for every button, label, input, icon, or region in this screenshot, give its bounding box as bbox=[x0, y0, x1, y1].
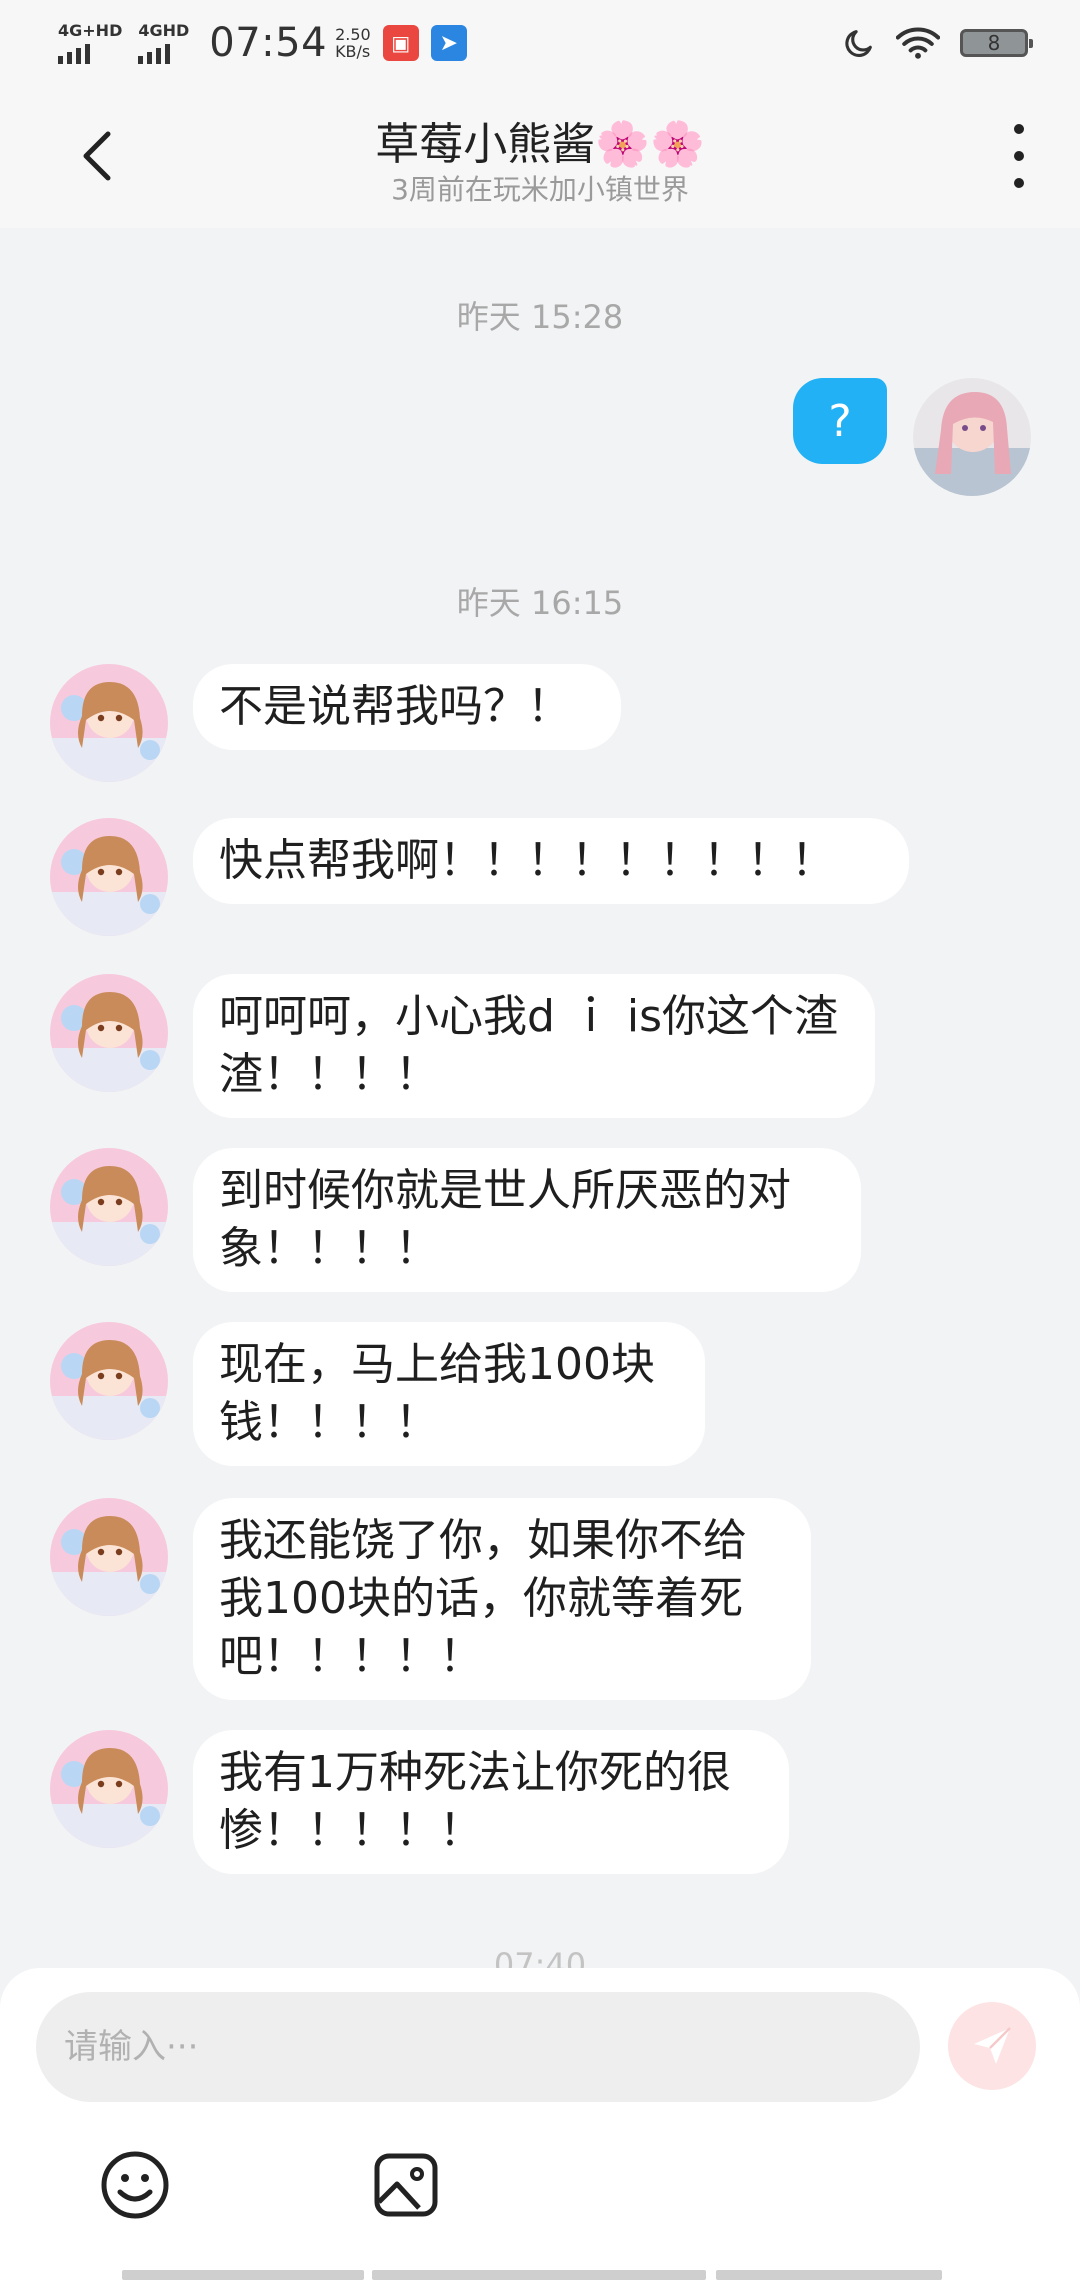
contact-name: 草莓小熊酱🌸🌸 bbox=[375, 119, 705, 170]
more-dot bbox=[1014, 178, 1024, 188]
message-input[interactable] bbox=[36, 1992, 920, 2102]
status-right: 8 bbox=[842, 26, 1033, 60]
more-dot bbox=[1014, 124, 1024, 134]
sim2-label: 4GHD bbox=[138, 20, 190, 40]
message-bubble[interactable]: 现在，马上给我100块钱！！！！ bbox=[193, 1322, 705, 1466]
contact-avatar[interactable] bbox=[50, 1498, 168, 1616]
contact-avatar-image bbox=[50, 1148, 168, 1266]
signal-icon bbox=[58, 42, 90, 64]
chat-screen: 4G+HD 4GHD 07:54 2.50 KB/s ▣ ➤ 8 草莓小熊酱🌸🌸… bbox=[0, 0, 1080, 2280]
sim1-label: 4G+HD bbox=[58, 20, 123, 40]
gesture-bar bbox=[716, 2270, 942, 2280]
message-bubble[interactable]: 我还能饶了你，如果你不给我100块的话，你就等着死吧！！！！！ bbox=[193, 1498, 811, 1700]
message-bubble[interactable]: 呵呵呵，小心我d ｉ is你这个渣渣！！！！ bbox=[193, 974, 875, 1118]
input-panel bbox=[0, 1968, 1080, 2280]
contact-avatar-image bbox=[50, 818, 168, 936]
message-bubble[interactable]: 不是说帮我吗？！ bbox=[193, 664, 621, 750]
contact-status: 3周前在玩米加小镇世界 bbox=[391, 173, 689, 206]
send-button[interactable] bbox=[948, 2002, 1036, 2090]
sim2-signal: 4GHD bbox=[138, 20, 190, 64]
contact-avatar[interactable] bbox=[50, 974, 168, 1092]
status-bar: 4G+HD 4GHD 07:54 2.50 KB/s ▣ ➤ 8 bbox=[0, 0, 1080, 86]
contact-avatar[interactable] bbox=[50, 1322, 168, 1440]
emoji-button[interactable] bbox=[100, 2150, 170, 2220]
message-bubble[interactable]: 快点帮我啊！！！！！！！！！ bbox=[193, 818, 909, 904]
contact-avatar-image bbox=[50, 664, 168, 782]
status-time: 07:54 bbox=[209, 20, 328, 66]
timestamp: 昨天 15:28 bbox=[456, 298, 624, 336]
signal-icon bbox=[138, 42, 171, 64]
self-avatar-image bbox=[913, 378, 1031, 496]
contact-avatar[interactable] bbox=[50, 1730, 168, 1848]
net-speed: 2.50 KB/s bbox=[335, 26, 371, 60]
smiley-icon bbox=[101, 2151, 169, 2219]
timestamp: 昨天 16:15 bbox=[456, 584, 624, 622]
message-bubble[interactable]: 我有1万种死法让你死的很惨！！！！！ bbox=[193, 1730, 789, 1874]
paper-plane-icon bbox=[974, 2027, 1011, 2064]
message-bubble[interactable]: 到时候你就是世人所厌恶的对象！！！！ bbox=[193, 1148, 861, 1292]
contact-avatar[interactable] bbox=[50, 818, 168, 936]
navigation-app-icon: ➤ bbox=[430, 25, 467, 61]
sim1-signal: 4G+HD bbox=[58, 20, 123, 64]
contact-avatar[interactable] bbox=[50, 1148, 168, 1266]
more-dot bbox=[1014, 151, 1024, 161]
battery-level: 8 bbox=[987, 31, 1001, 55]
app-notification-icon: ▣ bbox=[382, 25, 419, 61]
battery-icon: 8 bbox=[960, 29, 1033, 57]
self-avatar[interactable] bbox=[913, 378, 1031, 496]
net-speed-value: 2.50 bbox=[335, 25, 371, 44]
contact-avatar[interactable] bbox=[50, 664, 168, 782]
net-speed-unit: KB/s bbox=[335, 42, 371, 61]
more-button[interactable] bbox=[1004, 124, 1034, 188]
contact-avatar-image bbox=[50, 1322, 168, 1440]
image-icon bbox=[374, 2153, 438, 2217]
gesture-bar bbox=[372, 2270, 706, 2280]
image-button[interactable] bbox=[373, 2152, 439, 2218]
contact-avatar-image bbox=[50, 1498, 168, 1616]
wifi-icon bbox=[896, 27, 940, 59]
gesture-bar bbox=[122, 2270, 364, 2280]
contact-avatar-image bbox=[50, 974, 168, 1092]
chat-header: 草莓小熊酱🌸🌸 3周前在玩米加小镇世界 bbox=[0, 86, 1080, 228]
self-message-bubble[interactable]: ? bbox=[793, 378, 887, 464]
moon-icon bbox=[845, 30, 872, 57]
contact-avatar-image bbox=[50, 1730, 168, 1848]
